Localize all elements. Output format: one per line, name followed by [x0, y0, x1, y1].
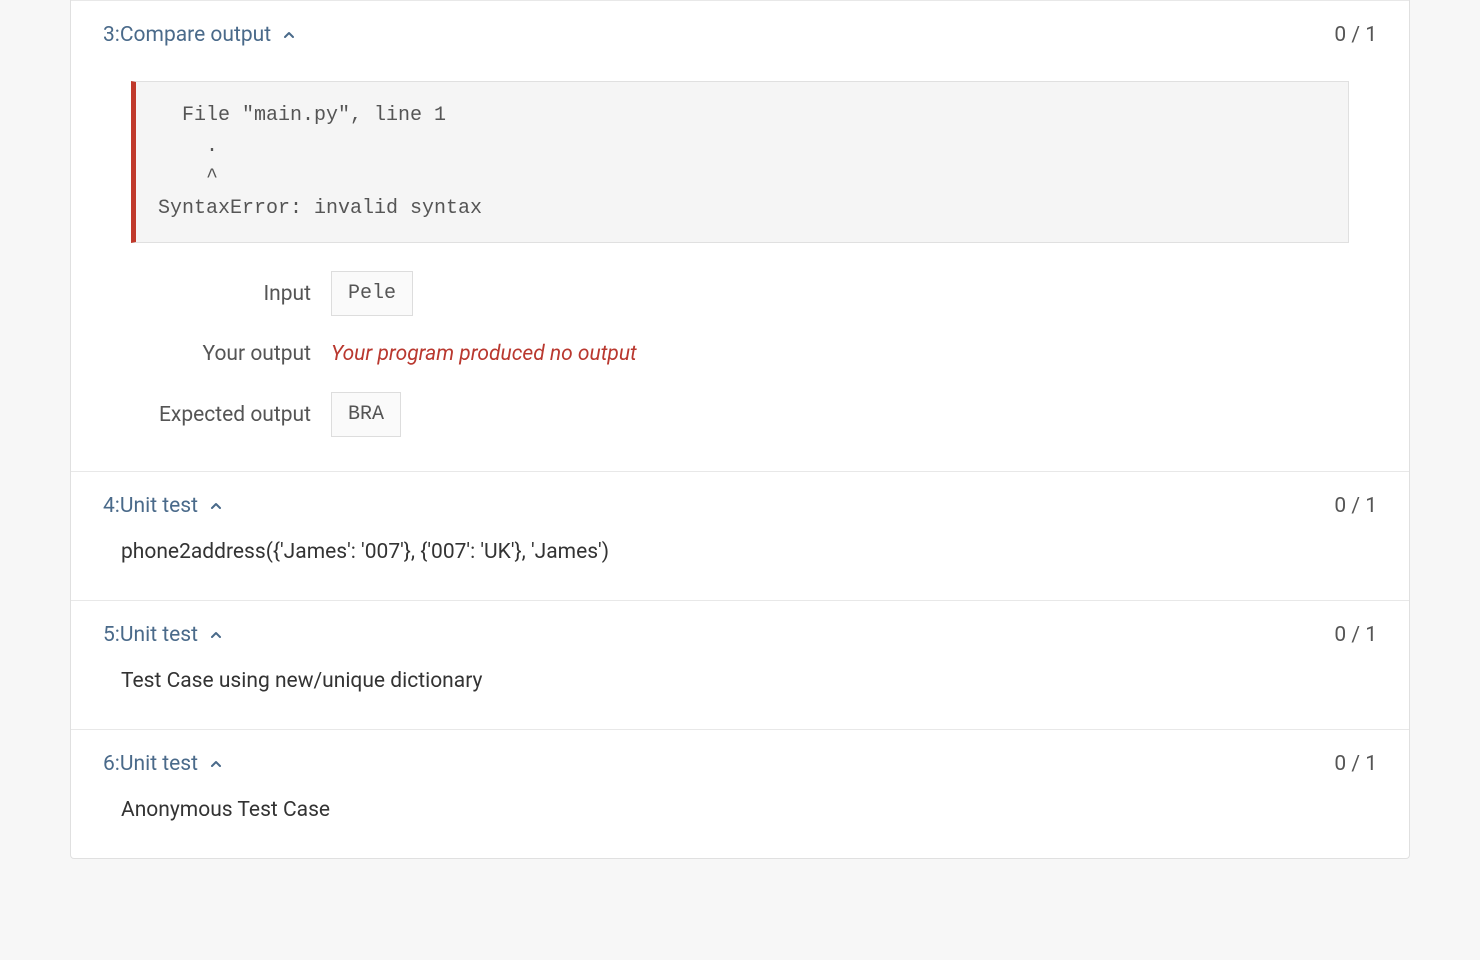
expected-output-row: Expected output BRA — [131, 392, 1349, 437]
section-description: phone2address({'James': '007'}, {'007': … — [71, 540, 1409, 600]
chevron-up-icon — [281, 27, 297, 43]
chevron-up-icon — [208, 627, 224, 643]
section-score: 0 / 1 — [1334, 623, 1377, 647]
section-title-wrap: 6:Unit test — [103, 752, 224, 776]
your-output-value: Your program produced no output — [331, 342, 637, 366]
section-header-4[interactable]: 4:Unit test 0 / 1 — [71, 472, 1409, 540]
test-section-3: 3:Compare output 0 / 1 File "main.py", l… — [71, 0, 1409, 471]
chevron-up-icon — [208, 498, 224, 514]
section-score: 0 / 1 — [1334, 494, 1377, 518]
input-label: Input — [131, 282, 331, 306]
expected-output-value: BRA — [331, 392, 401, 437]
input-value: Pele — [331, 271, 413, 316]
test-section-5: 5:Unit test 0 / 1 Test Case using new/un… — [71, 600, 1409, 729]
chevron-up-icon — [208, 756, 224, 772]
section-description: Anonymous Test Case — [71, 798, 1409, 858]
section-title: 3:Compare output — [103, 23, 271, 47]
section-header-3[interactable]: 3:Compare output 0 / 1 — [71, 1, 1409, 69]
section-header-6[interactable]: 6:Unit test 0 / 1 — [71, 730, 1409, 798]
input-row: Input Pele — [131, 271, 1349, 316]
your-output-label: Your output — [131, 342, 331, 366]
section-description: Test Case using new/unique dictionary — [71, 669, 1409, 729]
your-output-row: Your output Your program produced no out… — [131, 342, 1349, 366]
section-header-5[interactable]: 5:Unit test 0 / 1 — [71, 601, 1409, 669]
results-panel: 3:Compare output 0 / 1 File "main.py", l… — [70, 0, 1410, 859]
section-title: 6:Unit test — [103, 752, 198, 776]
test-section-4: 4:Unit test 0 / 1 phone2address({'James'… — [71, 471, 1409, 600]
section-title-wrap: 4:Unit test — [103, 494, 224, 518]
section-title-wrap: 3:Compare output — [103, 23, 297, 47]
io-rows: Input Pele Your output Your program prod… — [71, 271, 1409, 471]
section-score: 0 / 1 — [1334, 752, 1377, 776]
section-title-wrap: 5:Unit test — [103, 623, 224, 647]
error-output: File "main.py", line 1 . ^ SyntaxError: … — [131, 81, 1349, 243]
section-title: 5:Unit test — [103, 623, 198, 647]
test-section-6: 6:Unit test 0 / 1 Anonymous Test Case — [71, 729, 1409, 858]
section-title: 4:Unit test — [103, 494, 198, 518]
expected-output-label: Expected output — [131, 403, 331, 427]
section-score: 0 / 1 — [1334, 23, 1377, 47]
